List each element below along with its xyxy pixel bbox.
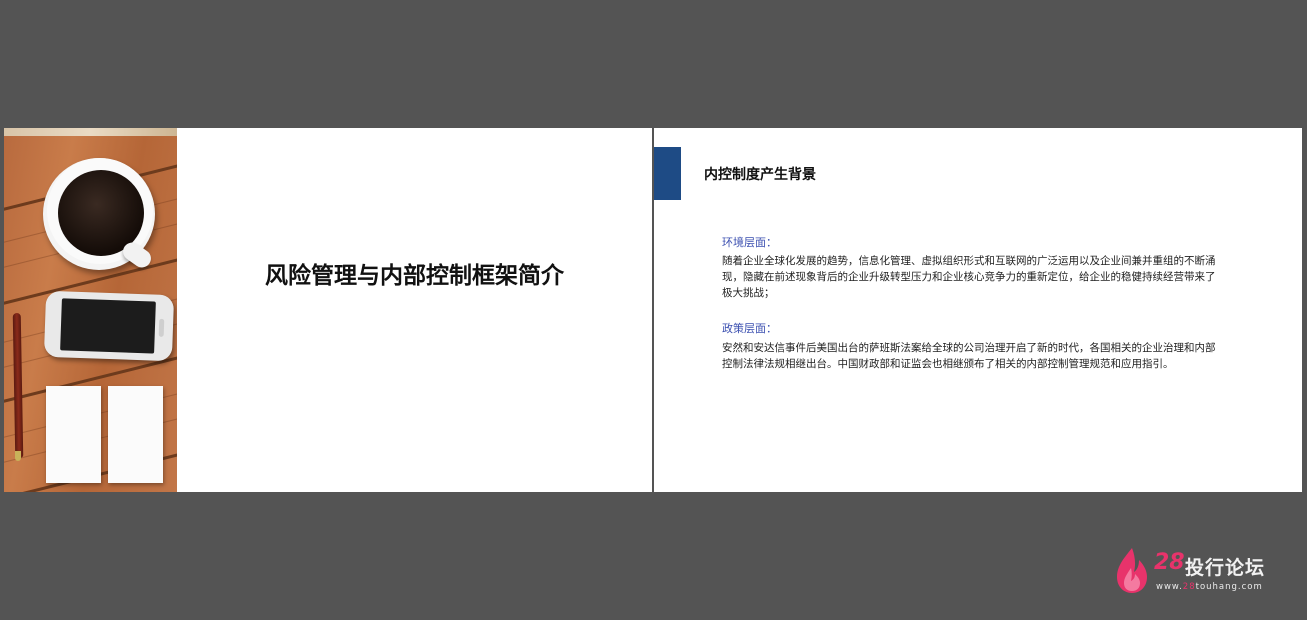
watermark-url-suffix: touhang.com (1195, 582, 1263, 592)
accent-bar (654, 147, 681, 200)
watermark-url-mid: 28 (1182, 582, 1196, 592)
content-slide: 内控制度产生背景 环境层面： 随着企业全球化发展的趋势，信息化管理、虚拟组织形式… (654, 128, 1302, 492)
watermark: 28 投行论坛 www.28touhang.com (1112, 544, 1282, 596)
desk-photo (4, 128, 177, 492)
section-label-environment: 环境层面： (722, 236, 777, 249)
watermark-number: 28 (1154, 550, 1185, 575)
phone-button (158, 318, 165, 337)
section-text-environment: 随着企业全球化发展的趋势，信息化管理、虚拟组织形式和互联网的广泛运用以及企业间兼… (722, 255, 1216, 299)
watermark-title: 投行论坛 (1185, 557, 1266, 579)
pen-tip (15, 451, 21, 461)
cloth-edge (4, 128, 177, 136)
title-slide: 风险管理与内部控制框架简介 (4, 128, 652, 492)
flame-logo-icon (1117, 548, 1147, 593)
blank-card (108, 386, 163, 483)
smartphone (43, 290, 175, 362)
watermark-url-prefix: www. (1156, 582, 1183, 592)
watermark-url: www.28touhang.com (1156, 582, 1263, 592)
slide-title: 风险管理与内部控制框架简介 (265, 263, 564, 289)
pen (12, 312, 24, 459)
blank-card (46, 386, 101, 483)
slide-heading: 内控制度产生背景 (704, 167, 816, 183)
phone-screen (60, 298, 156, 354)
section-label-policy: 政策层面： (722, 322, 777, 335)
section-text-policy: 安然和安达信事件后美国出台的萨班斯法案给全球的公司治理开启了新的时代，各国相关的… (722, 342, 1216, 370)
